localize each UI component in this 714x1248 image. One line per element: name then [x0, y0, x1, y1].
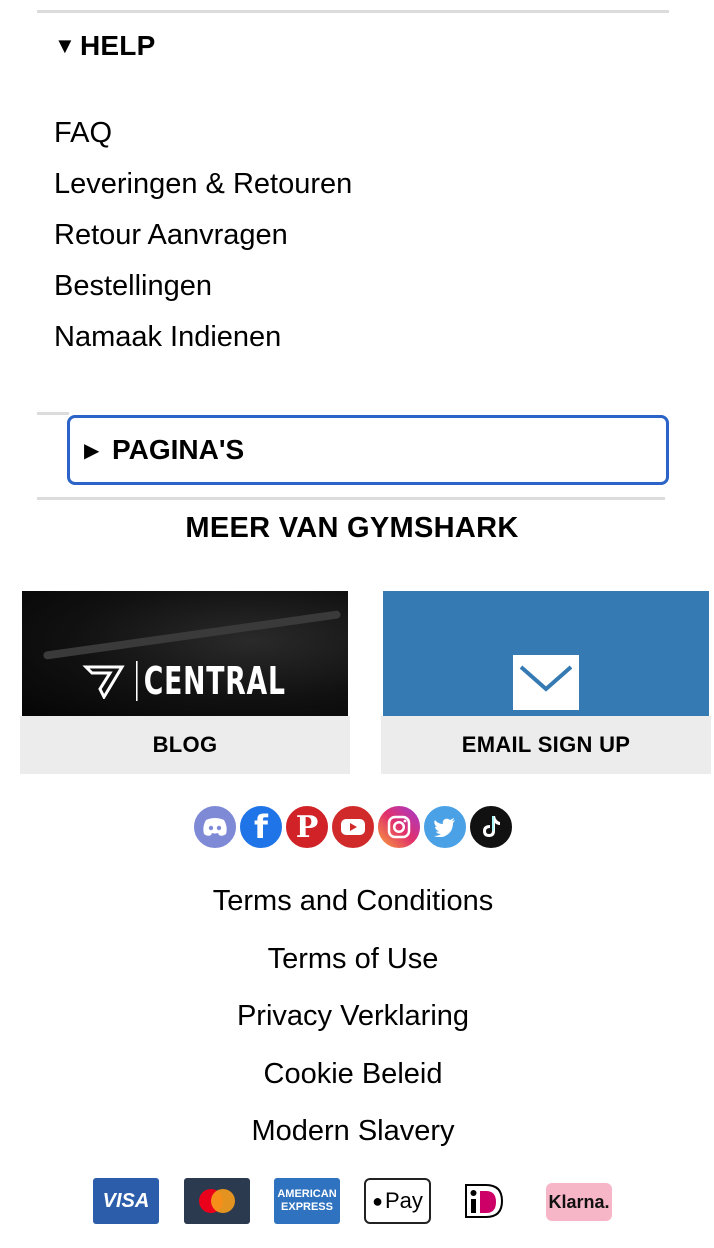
blog-label: BLOG: [20, 716, 350, 774]
blog-card[interactable]: CENTRAL BLOG: [20, 591, 350, 774]
social-links: f P: [192, 804, 514, 850]
discord-icon[interactable]: [192, 804, 238, 850]
amex-icon: AMERICAN EXPRESS: [274, 1178, 340, 1224]
email-signup-card[interactable]: EMAIL SIGN UP: [381, 591, 711, 774]
divider-pages: [37, 412, 69, 415]
divider-top: [37, 10, 669, 13]
facebook-icon[interactable]: f: [238, 804, 284, 850]
central-logo: CENTRAL: [82, 661, 328, 701]
gymshark-logo-icon: [82, 665, 125, 699]
apple-pay-icon: ● Pay: [364, 1178, 431, 1224]
help-link-faq[interactable]: FAQ: [54, 108, 352, 159]
apple-pay-text: Pay: [384, 1188, 423, 1213]
legal-link-terms-conditions[interactable]: Terms and Conditions: [0, 876, 706, 934]
pinterest-icon[interactable]: P: [284, 804, 330, 850]
legal-link-modern-slavery[interactable]: Modern Slavery: [0, 1106, 706, 1164]
legal-link-terms-of-use[interactable]: Terms of Use: [0, 934, 706, 992]
barbell-graphic: [42, 610, 342, 660]
email-signup-label: EMAIL SIGN UP: [381, 716, 711, 774]
legal-links: Terms and Conditions Terms of Use Privac…: [0, 876, 706, 1164]
help-link-counterfeit[interactable]: Namaak Indienen: [54, 312, 352, 363]
help-title: HELP: [80, 30, 156, 61]
help-link-deliveries[interactable]: Leveringen & Retouren: [54, 159, 352, 210]
legal-link-cookies[interactable]: Cookie Beleid: [0, 1049, 706, 1107]
youtube-icon[interactable]: [330, 804, 376, 850]
help-accordion-header[interactable]: ▼ HELP: [54, 30, 155, 62]
help-link-return-request[interactable]: Retour Aanvragen: [54, 210, 352, 261]
pages-title: PAGINA'S: [112, 434, 245, 465]
more-title: MEER VAN GYMSHARK: [185, 512, 519, 544]
tiktok-icon[interactable]: [468, 804, 514, 850]
twitter-icon[interactable]: [422, 804, 468, 850]
klarna-icon: Klarna.: [546, 1183, 612, 1221]
instagram-icon[interactable]: [376, 804, 422, 850]
visa-icon: VISA: [93, 1178, 159, 1224]
apple-logo-icon: ●: [372, 1190, 383, 1211]
central-text: CENTRAL: [136, 661, 286, 701]
amex-line1: AMERICAN: [277, 1188, 337, 1200]
caret-right-icon: ▶: [84, 439, 100, 462]
divider-more: [37, 497, 665, 500]
blog-image: CENTRAL: [22, 591, 348, 716]
pages-accordion-header[interactable]: ▶ PAGINA'S: [67, 415, 669, 485]
caret-down-icon: ▼: [54, 33, 76, 58]
ideal-icon: [456, 1178, 512, 1224]
legal-link-privacy[interactable]: Privacy Verklaring: [0, 991, 706, 1049]
help-links: FAQ Leveringen & Retouren Retour Aanvrag…: [54, 108, 352, 363]
mastercard-icon: [184, 1178, 250, 1224]
email-image: [383, 591, 709, 716]
amex-line2: EXPRESS: [281, 1201, 333, 1213]
envelope-icon: [513, 655, 579, 710]
help-link-orders[interactable]: Bestellingen: [54, 261, 352, 312]
